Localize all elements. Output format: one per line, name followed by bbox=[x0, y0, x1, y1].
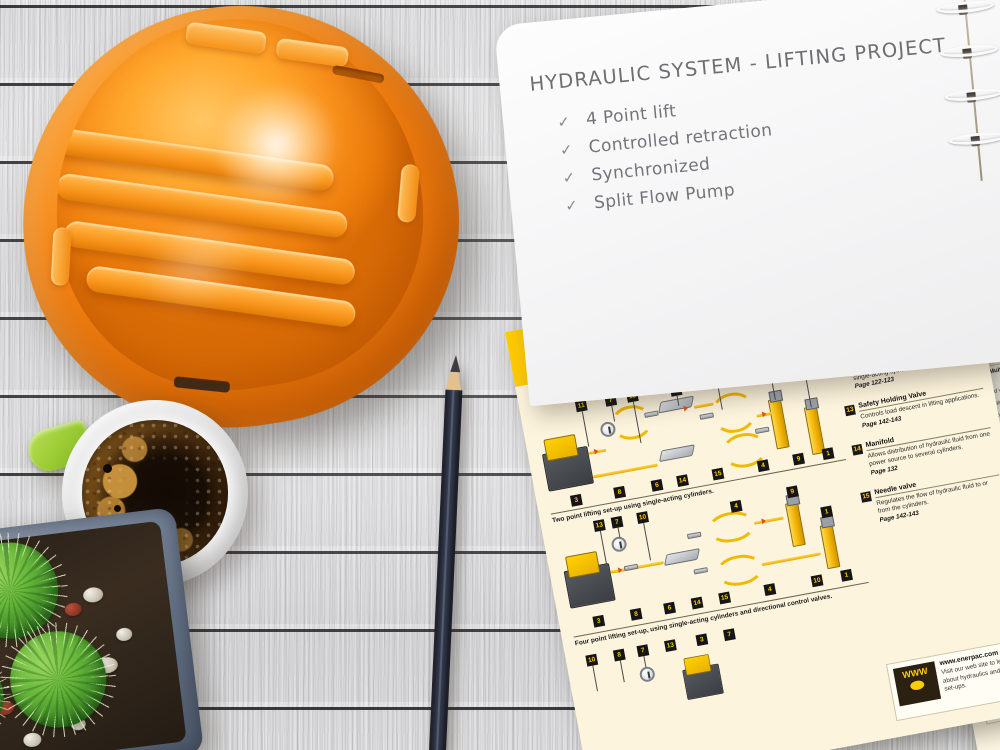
website-callout-box: WWW www.enerpac.com Visit our web site t… bbox=[885, 637, 1000, 722]
diagram-pump bbox=[682, 663, 724, 701]
callout-number: 1 bbox=[820, 505, 834, 519]
diagram-manifold bbox=[664, 548, 700, 566]
diagram-cylinder bbox=[785, 501, 806, 548]
callout-number: 1 bbox=[821, 447, 835, 461]
callout-number: 6 bbox=[650, 478, 664, 492]
diagram-fitting bbox=[693, 567, 709, 575]
diagram-coiled-hose bbox=[608, 402, 655, 443]
diagram-cylinder bbox=[803, 405, 826, 456]
check-icon: ✓ bbox=[561, 168, 577, 188]
callout-number: 15 bbox=[711, 467, 725, 481]
callout-number: 1 bbox=[840, 568, 853, 582]
www-logo-icon: WWW bbox=[892, 661, 942, 707]
coffee-bubble bbox=[102, 463, 112, 473]
callout-number: 9 bbox=[786, 485, 799, 499]
callout-number: 9 bbox=[792, 452, 805, 466]
callout-number: 4 bbox=[756, 459, 770, 473]
diagram-pump bbox=[563, 562, 616, 609]
pressure-gauge bbox=[638, 665, 657, 684]
callout-number: 15 bbox=[718, 591, 732, 605]
coffee-bubble bbox=[114, 504, 122, 512]
callout-number: 6 bbox=[663, 601, 676, 615]
diagram-manifold bbox=[659, 444, 695, 463]
flow-arrow bbox=[683, 404, 689, 412]
diagram-fitting bbox=[644, 410, 659, 418]
legend-number: 14 bbox=[851, 443, 864, 456]
callout-leader bbox=[599, 530, 608, 567]
diagram-hose bbox=[592, 463, 659, 479]
check-icon: ✓ bbox=[564, 195, 580, 216]
callout-leader bbox=[619, 660, 625, 683]
diagram-cylinder bbox=[819, 523, 841, 570]
callout-number: 10 bbox=[810, 574, 824, 588]
diagram-coiled-hose bbox=[713, 551, 765, 590]
cactus-planter bbox=[0, 506, 205, 750]
legend-number: 15 bbox=[860, 490, 872, 503]
spiral-notepad: HYDRAULIC SYSTEM - LIFTING PROJECT ✓ 4 P… bbox=[494, 0, 1000, 407]
desk-scene: Split-Flow Pump Kits i Upgrading Split-F… bbox=[0, 0, 1000, 750]
callout-number: 3 bbox=[592, 614, 606, 628]
callout-number: 8 bbox=[629, 607, 643, 621]
diagram-cylinder bbox=[767, 397, 790, 450]
check-icon: ✓ bbox=[559, 140, 574, 160]
pebble bbox=[64, 602, 83, 617]
cactus-plant bbox=[0, 615, 123, 744]
flow-arrow bbox=[761, 517, 767, 525]
notepad-checklist: ✓ 4 Point lift ✓ Controlled retraction ✓… bbox=[556, 75, 965, 224]
pebble bbox=[115, 627, 134, 642]
pencil-lead bbox=[449, 354, 461, 373]
globe-icon bbox=[909, 679, 925, 691]
diagram-coiled-hose bbox=[705, 508, 757, 546]
legend-number: 13 bbox=[844, 404, 856, 417]
callout-number: 8 bbox=[613, 485, 627, 499]
callout-leader bbox=[643, 522, 652, 561]
diagram-fitting bbox=[686, 531, 702, 540]
callout-number: 14 bbox=[690, 596, 704, 610]
list-item-label: 4 Point lift bbox=[585, 101, 678, 130]
list-item-label: Split Flow Pump bbox=[593, 180, 736, 214]
binding-coil bbox=[948, 130, 1000, 147]
diagram-pump bbox=[541, 445, 595, 492]
callout-leader bbox=[592, 665, 598, 692]
flow-arrow bbox=[761, 410, 767, 418]
check-icon: ✓ bbox=[556, 112, 572, 132]
callout-number: 4 bbox=[729, 499, 743, 513]
diagram-fitting bbox=[754, 426, 770, 435]
callout-number: 7 bbox=[723, 628, 736, 642]
callout-number: 14 bbox=[676, 474, 689, 488]
flow-arrow bbox=[593, 448, 599, 455]
hard-hat bbox=[0, 0, 489, 458]
diagram-hose bbox=[761, 552, 821, 567]
hard-hat-side-tab bbox=[50, 227, 72, 287]
diagram-fitting bbox=[623, 563, 639, 572]
callout-number: 3 bbox=[569, 493, 583, 507]
diagram-hose bbox=[753, 516, 784, 525]
pressure-gauge bbox=[610, 535, 628, 554]
flow-arrow bbox=[617, 566, 623, 574]
legend-item: 15 Needle valve Regulates the flow of hy… bbox=[860, 465, 1000, 526]
callout-number: 3 bbox=[695, 633, 709, 647]
callout-number: 4 bbox=[763, 583, 777, 596]
callout-number: 13 bbox=[664, 639, 677, 653]
list-item-label: Synchronized bbox=[590, 154, 712, 186]
diagram-coiled-hose bbox=[708, 389, 759, 437]
pebble bbox=[82, 585, 105, 604]
callout-leader bbox=[581, 411, 590, 447]
